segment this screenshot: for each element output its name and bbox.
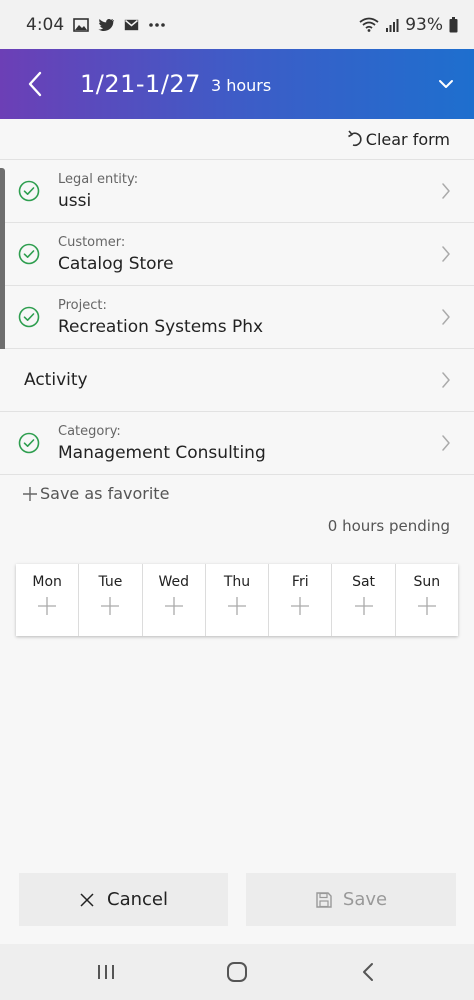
save-button[interactable]: Save (246, 873, 456, 926)
chevron-right-icon (442, 372, 450, 388)
clear-form-row: Clear form (0, 119, 474, 160)
battery-icon (449, 16, 458, 33)
project-field[interactable]: Project: Recreation Systems Phx (0, 286, 474, 349)
check-circle-icon (18, 243, 40, 265)
day-label: Mon (32, 574, 62, 590)
plus-icon (354, 597, 373, 615)
day-tue[interactable]: Tue (79, 564, 143, 636)
week-grid: Mon Tue Wed Thu Fri Sat Sun (16, 564, 458, 636)
chevron-down-icon (439, 80, 453, 88)
mail-icon (124, 19, 139, 31)
day-label: Wed (158, 574, 189, 590)
recent-apps-button[interactable] (76, 952, 136, 992)
chevron-left-icon (363, 963, 374, 981)
category-value: Management Consulting (58, 442, 266, 463)
signal-icon (385, 18, 399, 32)
category-field[interactable]: Category: Management Consulting (0, 412, 474, 475)
save-as-favorite-label: Save as favorite (40, 484, 170, 503)
day-label: Fri (291, 574, 309, 590)
gallery-icon (73, 17, 89, 32)
plus-icon (227, 597, 246, 615)
scroll-indicator (0, 168, 5, 354)
hours-pending: 0 hours pending (327, 517, 450, 535)
chevron-right-icon (442, 309, 450, 325)
expand-button[interactable] (418, 49, 474, 119)
close-icon (80, 892, 94, 907)
chevron-right-icon (442, 183, 450, 199)
day-mon[interactable]: Mon (16, 564, 80, 636)
day-sun[interactable]: Sun (396, 564, 458, 636)
clear-form-button[interactable]: Clear form (347, 129, 450, 149)
customer-value: Catalog Store (58, 253, 174, 274)
save-icon (316, 891, 332, 908)
day-wed[interactable]: Wed (143, 564, 206, 636)
day-label: Sat (352, 574, 376, 590)
status-bar: 4:04 93% (0, 0, 474, 49)
day-sat[interactable]: Sat (332, 564, 396, 636)
undo-icon (347, 130, 362, 147)
chevron-right-icon (442, 246, 450, 262)
plus-icon (101, 597, 120, 615)
day-fri[interactable]: Fri (269, 564, 333, 636)
plus-icon (23, 486, 37, 501)
legal-entity-field[interactable]: Legal entity: ussi (0, 160, 474, 223)
day-label: Tue (98, 574, 123, 590)
system-nav-bar (0, 944, 474, 1000)
project-label: Project: (58, 297, 107, 313)
clear-form-label: Clear form (365, 129, 450, 149)
customer-field[interactable]: Customer: Catalog Store (0, 223, 474, 286)
activity-label: Activity (24, 370, 88, 390)
activity-field[interactable]: Activity (0, 349, 474, 412)
project-value: Recreation Systems Phx (58, 316, 264, 337)
legal-entity-value: ussi (58, 190, 92, 211)
check-circle-icon (18, 180, 40, 202)
system-back-button[interactable] (338, 952, 398, 992)
chevron-right-icon (442, 435, 450, 451)
save-as-favorite-button[interactable]: Save as favorite (22, 484, 169, 503)
status-time: 4:04 (26, 14, 65, 35)
cancel-button[interactable]: Cancel (19, 873, 228, 926)
recent-apps-icon (97, 965, 114, 979)
home-button[interactable] (207, 952, 267, 992)
app-header: 1/21-1/27 3 hours (0, 49, 474, 119)
check-circle-icon (18, 432, 40, 454)
battery-percent: 93% (405, 14, 443, 35)
home-icon (226, 962, 247, 982)
legal-entity-label: Legal entity: (58, 171, 139, 187)
day-label: Thu (223, 574, 251, 590)
plus-icon (291, 597, 310, 615)
wifi-icon (359, 17, 379, 32)
plus-icon (38, 597, 57, 615)
back-button[interactable] (0, 49, 70, 119)
chevron-left-icon (28, 71, 42, 97)
total-hours: 3 hours (210, 75, 272, 95)
category-label: Category: (58, 423, 121, 439)
plus-icon (417, 597, 436, 615)
day-label: Sun (413, 574, 441, 590)
twitter-icon (98, 18, 115, 32)
check-circle-icon (18, 306, 40, 328)
customer-label: Customer: (58, 234, 126, 250)
day-thu[interactable]: Thu (206, 564, 270, 636)
save-label: Save (342, 889, 388, 910)
page-title: 1/21-1/27 (80, 70, 201, 98)
cancel-label: Cancel (107, 889, 168, 910)
plus-icon (164, 597, 183, 615)
more-icon (148, 22, 166, 28)
